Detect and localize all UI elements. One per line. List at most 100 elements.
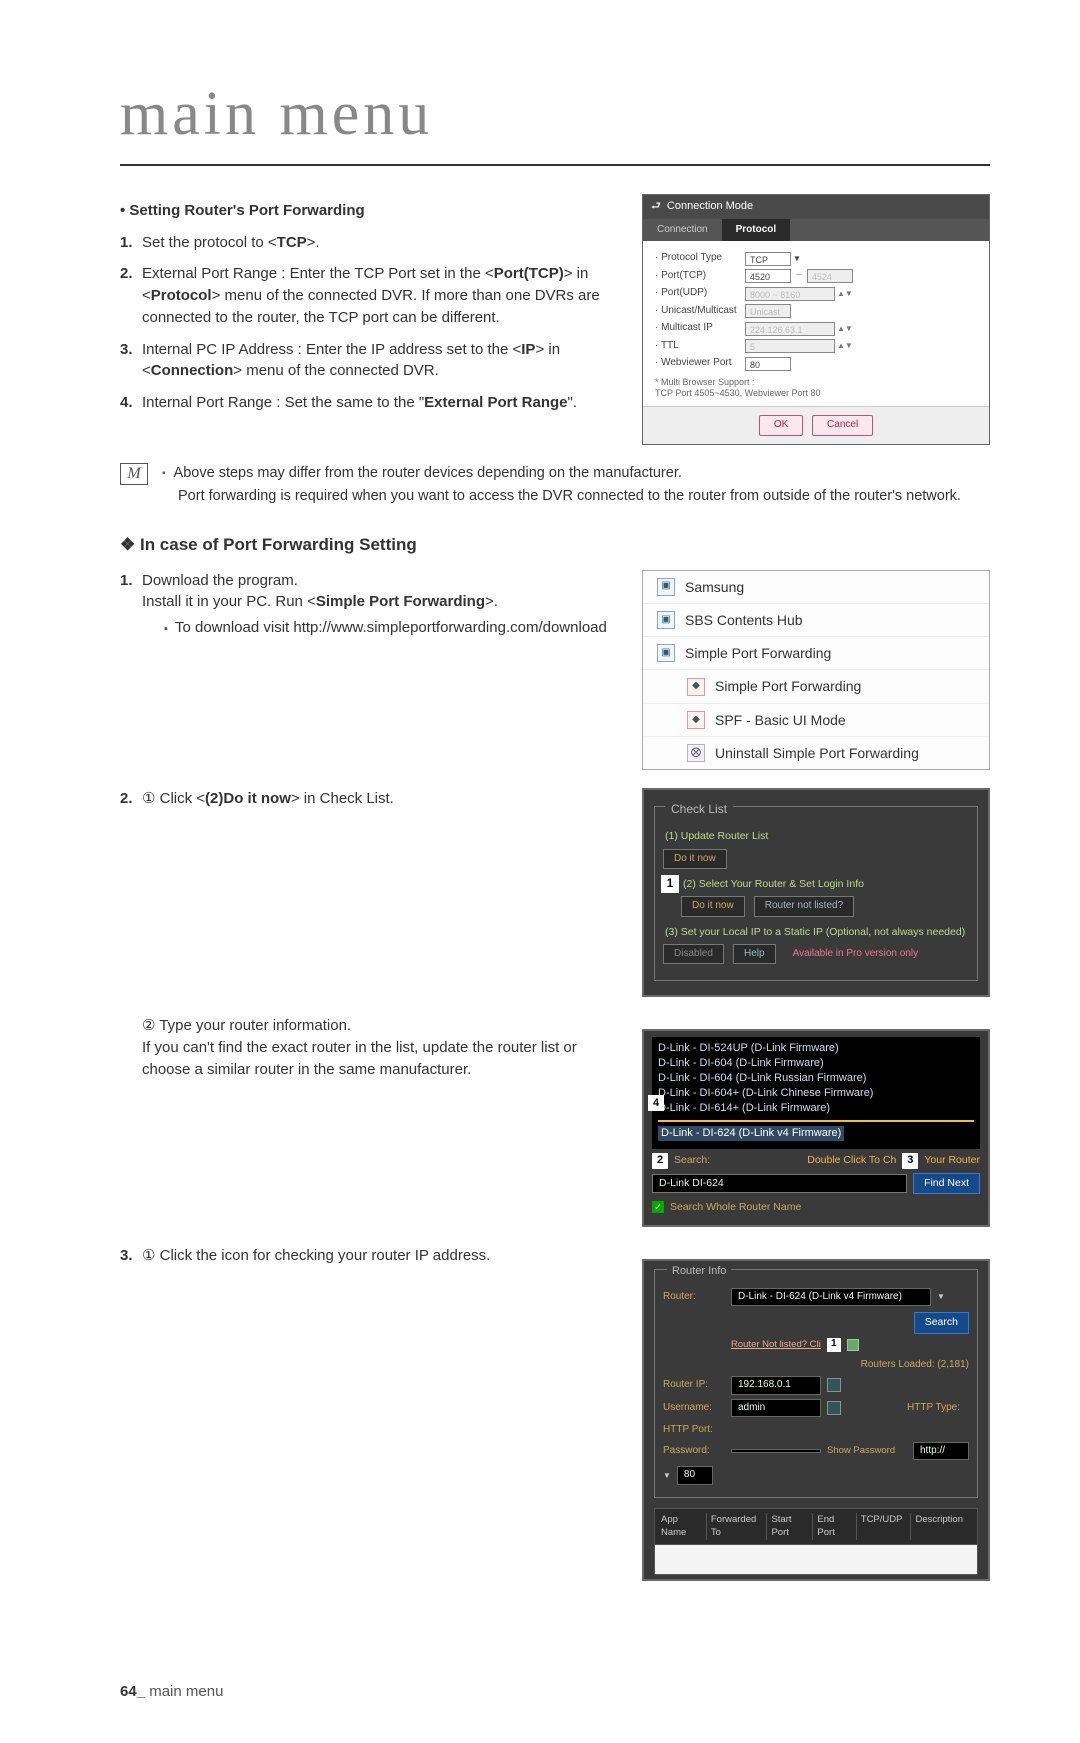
cl-step1-label: (1) Update Router List <box>665 829 969 844</box>
your-router-label: Your Router <box>924 1153 980 1168</box>
ttl-field: 5 <box>745 339 835 353</box>
dialog-note: * Multi Browser Support : TCP Port 4505~… <box>655 377 977 399</box>
callout-1: 1 <box>827 1338 841 1352</box>
router-ip-label: Router IP: <box>663 1378 725 1393</box>
search-label: Search: <box>674 1153 710 1168</box>
menu-item-spf-folder[interactable]: ▣Simple Port Forwarding <box>643 637 989 670</box>
menu-item-sbs[interactable]: ▣SBS Contents Hub <box>643 604 989 637</box>
cl-step3-label: (3) Set your Local IP to a Static IP (Op… <box>665 925 969 940</box>
cl-step2-label: (2) Select Your Router & Set Login Info <box>665 877 969 892</box>
cl-router-not-listed[interactable]: Router not listed? <box>754 896 854 917</box>
step-text: ① Click the icon for checking your route… <box>142 1245 622 1267</box>
checklist-legend: Check List <box>665 802 733 816</box>
menu-item-uninstall-spf[interactable]: ⨂Uninstall Simple Port Forwarding <box>643 737 989 769</box>
http-type-select[interactable]: http:// <box>913 1442 969 1461</box>
connection-mode-dialog: ⮐Connection Mode Connection Protocol Pro… <box>642 194 990 445</box>
menu-item-spf[interactable]: ◆Simple Port Forwarding <box>643 670 989 703</box>
app-icon: ◆ <box>687 711 705 729</box>
detect-ip-icon[interactable] <box>827 1378 841 1392</box>
return-icon: ⮐ <box>651 200 661 212</box>
refresh-icon[interactable] <box>847 1339 859 1351</box>
step-number: 4. <box>120 392 142 414</box>
callout-2: 2 <box>652 1153 668 1169</box>
router-ip-field[interactable]: 192.168.0.1 <box>731 1376 821 1395</box>
page-title: main menu <box>120 70 990 166</box>
unicast-multicast-select[interactable]: Unicast <box>745 304 791 318</box>
stepper-icon[interactable]: ▲▼ <box>837 343 853 349</box>
step-text: Internal Port Range : Set the same to th… <box>142 392 622 414</box>
stepper-icon[interactable]: ▲▼ <box>837 326 853 332</box>
port-udp-range: 8000 ~ 8160 <box>745 287 835 301</box>
router-label: Router: <box>663 1290 725 1305</box>
unicast-multicast-label: Unicast/Multicast <box>655 304 745 319</box>
ok-button[interactable]: OK <box>759 415 803 436</box>
step-text: ① Click <(2)Do it now> in Check List. <box>142 788 622 810</box>
tab-protocol[interactable]: Protocol <box>722 219 791 242</box>
port-udp-label: Port(UDP) <box>655 286 745 301</box>
uninstall-icon: ⨂ <box>687 744 705 762</box>
router-not-listed-link[interactable]: Router Not listed? Cli <box>731 1338 821 1352</box>
forward-table-header: App Name Forwarded To Start Port End Por… <box>654 1508 978 1546</box>
menu-item-samsung[interactable]: ▣Samsung <box>643 571 989 604</box>
folder-icon: ▣ <box>657 644 675 662</box>
dialog-title: ⮐Connection Mode <box>643 195 989 219</box>
step-number: 2. <box>120 788 142 810</box>
step-text: Internal PC IP Address : Enter the IP ad… <box>142 339 622 383</box>
router-list[interactable]: 4 D-Link - DI-524UP (D-Link Firmware) D-… <box>652 1037 980 1148</box>
note-icon: M <box>120 463 148 485</box>
forward-table-body <box>654 1545 978 1575</box>
username-label: Username: <box>663 1401 725 1416</box>
section1-heading: Setting Router's Port Forwarding <box>120 200 622 222</box>
step-text: External Port Range : Enter the TCP Port… <box>142 263 622 328</box>
checklist-panel: Check List (1) Update Router List Do it … <box>642 788 990 997</box>
webviewer-port-field[interactable]: 80 <box>745 357 791 371</box>
username-field[interactable]: admin <box>731 1399 821 1418</box>
search-button[interactable]: Search <box>914 1312 969 1333</box>
cl-help[interactable]: Help <box>733 944 776 965</box>
step-text: ② Type your router information. If you c… <box>120 1015 622 1080</box>
router-selected[interactable]: D-Link - DI-624 (D-Link v4 Firmware) <box>658 1126 844 1141</box>
cl-do-it-now-1[interactable]: Do it now <box>663 849 727 870</box>
protocol-type-select[interactable]: TCP <box>745 252 791 266</box>
router-search-input[interactable]: D-Link DI-624 <box>652 1174 907 1193</box>
port-tcp-start[interactable]: 4520 <box>745 269 791 283</box>
callout-3: 3 <box>902 1153 918 1169</box>
start-menu-list: ▣Samsung ▣SBS Contents Hub ▣Simple Port … <box>642 570 990 771</box>
find-next-button[interactable]: Find Next <box>913 1173 980 1194</box>
sub-bullet: To download visit http://www.simpleportf… <box>142 617 622 639</box>
checkbox-icon: ✓ <box>652 1201 664 1213</box>
step-number: 1. <box>120 232 142 254</box>
cl-do-it-now-2[interactable]: Do it now <box>681 896 745 917</box>
port-tcp-label: Port(TCP) <box>655 269 745 284</box>
search-whole-name-checkbox[interactable]: ✓ Search Whole Router Name <box>652 1200 980 1215</box>
router-select[interactable]: D-Link - DI-624 (D-Link v4 Firmware) <box>731 1288 931 1307</box>
stepper-icon[interactable]: ▲▼ <box>837 291 853 297</box>
port-tcp-end: 4524 <box>807 269 853 283</box>
app-icon: ◆ <box>687 678 705 696</box>
password-field[interactable] <box>731 1449 821 1453</box>
double-click-hint: Double Click To Ch <box>807 1153 896 1168</box>
step-number: 3. <box>120 339 142 383</box>
http-port-label: HTTP Port: <box>663 1423 725 1438</box>
show-password[interactable]: Show Password <box>827 1444 895 1458</box>
http-type-label: HTTP Type: <box>907 1401 969 1416</box>
step-number: 3. <box>120 1245 142 1267</box>
menu-item-spf-basic[interactable]: ◆SPF - Basic UI Mode <box>643 704 989 737</box>
ttl-label: TTL <box>655 339 745 354</box>
cancel-button[interactable]: Cancel <box>812 415 873 436</box>
user-icon[interactable] <box>827 1401 841 1415</box>
router-info-legend: Router Info <box>667 1265 731 1277</box>
multicast-ip-field: 224.126.63.1 <box>745 322 835 336</box>
cl-disabled: Disabled <box>663 944 724 965</box>
step-number: 2. <box>120 263 142 328</box>
callout-4: 4 <box>648 1095 664 1111</box>
tab-connection[interactable]: Connection <box>643 219 722 242</box>
webviewer-port-label: Webviewer Port <box>655 356 745 371</box>
step-number: 1. <box>120 570 142 639</box>
note-body: Above steps may differ from the router d… <box>162 463 990 507</box>
http-port-field[interactable]: 80 <box>677 1466 713 1485</box>
multicast-ip-label: Multicast IP <box>655 321 745 336</box>
password-label: Password: <box>663 1444 725 1459</box>
router-select-panel: 4 D-Link - DI-524UP (D-Link Firmware) D-… <box>642 1029 990 1227</box>
folder-icon: ▣ <box>657 611 675 629</box>
